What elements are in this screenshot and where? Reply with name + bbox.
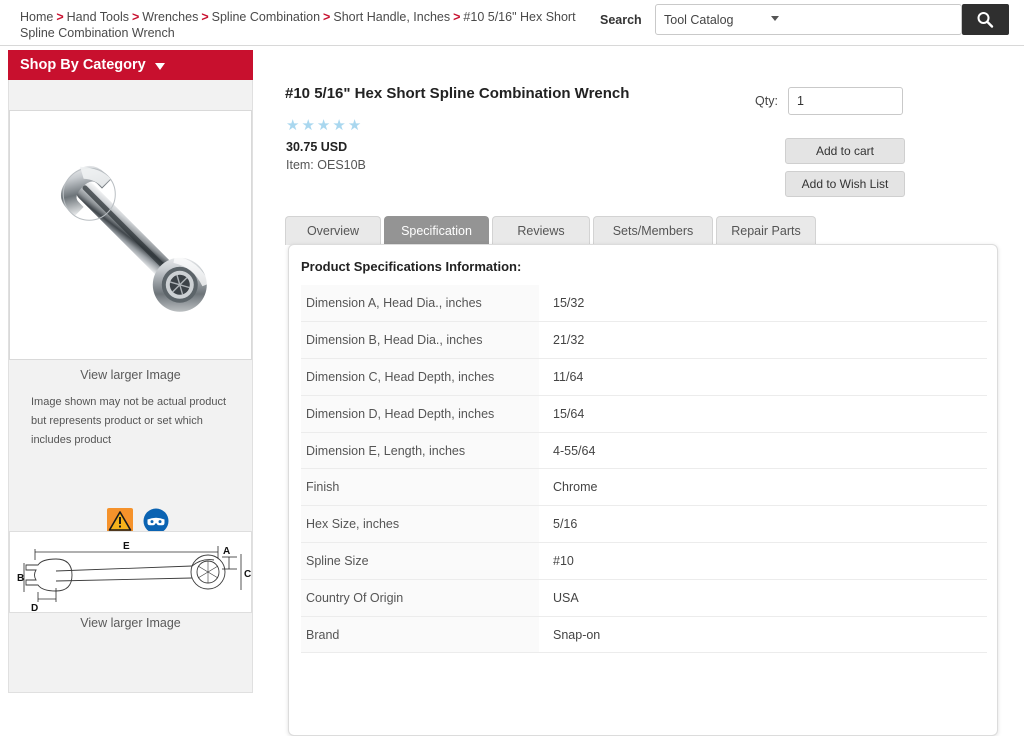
product-item-number: Item: OES10B — [286, 158, 366, 172]
spec-value: 21/32 — [539, 322, 987, 359]
spec-value: #10 — [539, 543, 987, 580]
spec-key: Spline Size — [301, 543, 539, 580]
spec-key: Dimension C, Head Depth, inches — [301, 359, 539, 396]
table-row: BrandSnap-on — [301, 616, 987, 653]
spec-key: Country Of Origin — [301, 579, 539, 616]
top-bar: Home>Hand Tools>Wrenches>Spline Combinat… — [0, 0, 1024, 46]
spec-key: Brand — [301, 616, 539, 653]
breadcrumb-separator: > — [320, 10, 333, 24]
specification-panel: Product Specifications Information: Dime… — [288, 244, 998, 736]
add-to-wish-list-button[interactable]: Add to Wish List — [785, 171, 905, 197]
tab-overview[interactable]: Overview — [285, 216, 381, 245]
diagram-label-b: B — [17, 573, 24, 584]
breadcrumb-separator: > — [129, 10, 142, 24]
chevron-down-icon — [155, 63, 165, 70]
table-row: FinishChrome — [301, 469, 987, 506]
table-row: Dimension C, Head Depth, inches11/64 — [301, 359, 987, 396]
table-row: Dimension A, Head Dia., inches15/32 — [301, 285, 987, 322]
breadcrumb-link[interactable]: Spline Combination — [212, 10, 320, 24]
breadcrumb-link[interactable]: Wrenches — [142, 10, 198, 24]
spec-value: Chrome — [539, 469, 987, 506]
search-icon — [976, 11, 995, 29]
rating-star[interactable]: ★ — [348, 117, 363, 134]
breadcrumb-link[interactable]: Home — [20, 10, 53, 24]
page-title: #10 5/16" Hex Short Spline Combination W… — [285, 85, 629, 102]
table-row: Dimension D, Head Depth, inches15/64 — [301, 395, 987, 432]
add-to-cart-button[interactable]: Add to cart — [785, 138, 905, 164]
breadcrumb-separator: > — [450, 10, 463, 24]
tab-reviews[interactable]: Reviews — [492, 216, 590, 245]
table-row: Country Of OriginUSA — [301, 579, 987, 616]
diagram-label-a: A — [223, 546, 230, 557]
diagram-label-e: E — [123, 541, 130, 552]
dimension-diagram-frame[interactable]: E B D A C — [9, 531, 252, 613]
spec-key: Dimension A, Head Dia., inches — [301, 285, 539, 322]
qty-label: Qty: — [755, 94, 778, 108]
table-row: Dimension E, Length, inches4-55/64 — [301, 432, 987, 469]
breadcrumb-link[interactable]: Hand Tools — [67, 10, 129, 24]
spec-key: Dimension E, Length, inches — [301, 432, 539, 469]
rating-star[interactable]: ★ — [286, 117, 301, 134]
spec-value: USA — [539, 579, 987, 616]
dimension-diagram: E B D A C — [10, 532, 252, 613]
sidebar: Shop By Category — [8, 50, 253, 693]
breadcrumb-separator: > — [53, 10, 66, 24]
spec-key: Hex Size, inches — [301, 506, 539, 543]
view-larger-image-link[interactable]: View larger Image — [9, 368, 252, 382]
search-label: Search — [600, 13, 642, 27]
diagram-label-d: D — [31, 603, 38, 613]
breadcrumb: Home>Hand Tools>Wrenches>Spline Combinat… — [20, 9, 595, 41]
diagram-label-c: C — [244, 569, 251, 580]
spec-panel-title: Product Specifications Information: — [301, 259, 521, 274]
table-row: Hex Size, inches5/16 — [301, 506, 987, 543]
search-input-group[interactable]: Tool Catalog — [655, 4, 962, 35]
tab-sets-members[interactable]: Sets/Members — [593, 216, 713, 245]
spec-table-body: Dimension A, Head Dia., inches15/32Dimen… — [301, 285, 987, 653]
rating-stars[interactable]: ★★★★★ — [286, 116, 363, 135]
spec-key: Dimension B, Head Dia., inches — [301, 322, 539, 359]
spec-value: 5/16 — [539, 506, 987, 543]
shop-by-category-header[interactable]: Shop By Category — [8, 50, 253, 80]
product-image — [10, 111, 252, 360]
specifications-table: Dimension A, Head Dia., inches15/32Dimen… — [301, 285, 987, 653]
breadcrumb-separator: > — [198, 10, 211, 24]
product-image-note: Image shown may not be actual product bu… — [31, 393, 236, 450]
spec-key: Finish — [301, 469, 539, 506]
product-price: 30.75 USD — [286, 140, 347, 154]
shop-by-category-label: Shop By Category — [20, 57, 146, 73]
sidebar-body: View larger Image Image shown may not be… — [8, 80, 253, 693]
spec-value: 15/64 — [539, 395, 987, 432]
rating-star[interactable]: ★ — [301, 117, 316, 134]
chevron-down-icon — [771, 16, 779, 21]
product-image-frame[interactable] — [9, 110, 252, 360]
breadcrumb-link[interactable]: Short Handle, Inches — [333, 10, 450, 24]
spec-key: Dimension D, Head Depth, inches — [301, 395, 539, 432]
search-button[interactable] — [962, 4, 1009, 35]
table-row: Spline Size#10 — [301, 543, 987, 580]
spec-value: 15/32 — [539, 285, 987, 322]
spec-value: 4-55/64 — [539, 432, 987, 469]
spec-value: 11/64 — [539, 359, 987, 396]
rating-star[interactable]: ★ — [317, 117, 332, 134]
tab-repair-parts[interactable]: Repair Parts — [716, 216, 816, 245]
spec-value: Snap-on — [539, 616, 987, 653]
table-row: Dimension B, Head Dia., inches21/32 — [301, 322, 987, 359]
tab-specification[interactable]: Specification — [384, 216, 489, 245]
rating-star[interactable]: ★ — [332, 117, 347, 134]
view-larger-image-diagram-link[interactable]: View larger Image — [9, 616, 252, 630]
quantity-input[interactable] — [788, 87, 903, 115]
